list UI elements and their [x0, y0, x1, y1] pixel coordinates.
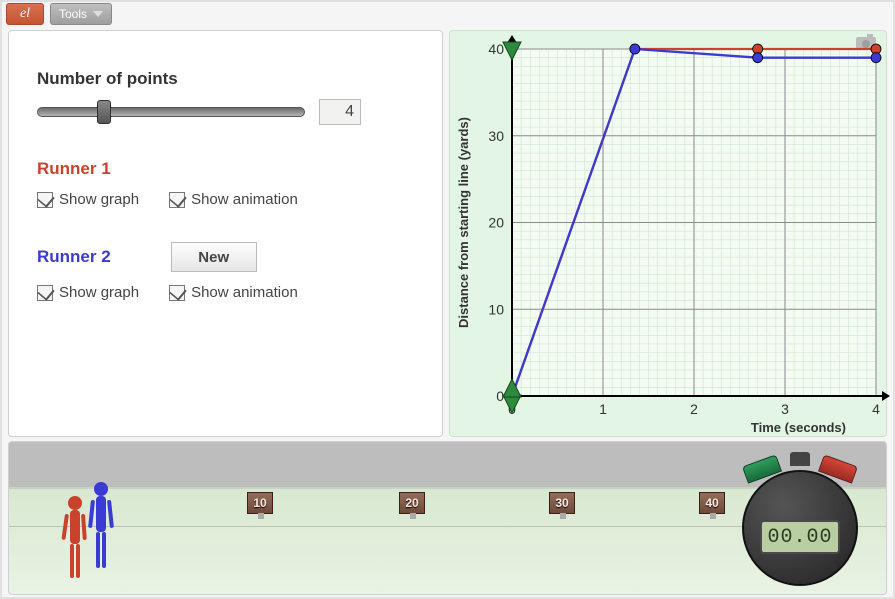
svg-text:4: 4 [872, 401, 880, 417]
checkbox-icon [169, 192, 185, 208]
svg-text:20: 20 [488, 215, 504, 231]
main-area: Number of points Runner 1 Show graph Sho… [2, 26, 893, 441]
points-input[interactable] [319, 99, 361, 125]
runner1-show-anim-checkbox[interactable]: Show animation [169, 191, 298, 208]
axis-handle[interactable] [503, 395, 521, 413]
runner1-show-graph-checkbox[interactable]: Show graph [37, 191, 139, 208]
svg-text:30: 30 [488, 128, 504, 144]
runner2-show-anim-label: Show animation [191, 284, 298, 301]
svg-text:40: 40 [488, 41, 504, 57]
app-root: el Tools Number of points Runner 1 Show … [0, 0, 895, 599]
runner1-show-graph-label: Show graph [59, 191, 139, 208]
runner2-options: Show graph Show animation [37, 284, 414, 301]
svg-text:Distance from starting line (y: Distance from starting line (yards) [456, 117, 471, 328]
distance-marker: 20 [399, 492, 425, 514]
chart-svg[interactable]: 01234010203040Time (seconds)Distance fro… [450, 31, 890, 438]
distance-marker: 10 [247, 492, 273, 514]
svg-text:2: 2 [690, 401, 698, 417]
checkbox-icon [169, 285, 185, 301]
points-slider-row [37, 99, 414, 125]
toolbar: el Tools [2, 2, 893, 26]
svg-text:Time (seconds): Time (seconds) [751, 420, 846, 435]
svg-text:3: 3 [781, 401, 789, 417]
stopwatch-knob[interactable] [790, 452, 810, 466]
chart-point[interactable] [871, 53, 881, 63]
runner1-figure [61, 494, 89, 584]
stopwatch: 00.00 [730, 452, 870, 588]
points-heading: Number of points [37, 69, 414, 89]
svg-text:10: 10 [488, 301, 504, 317]
checkbox-icon [37, 285, 53, 301]
runner1-title: Runner 1 [37, 159, 414, 179]
svg-text:1: 1 [599, 401, 607, 417]
runner2-show-graph-label: Show graph [59, 284, 139, 301]
runner2-title: Runner 2 [37, 247, 111, 267]
runner2-figure [87, 480, 115, 576]
tools-menu-button[interactable]: Tools [50, 3, 112, 25]
runner2-header-row: Runner 2 New [37, 242, 414, 272]
checkbox-icon [37, 192, 53, 208]
points-slider-knob[interactable] [97, 100, 111, 124]
tools-menu-label: Tools [59, 7, 87, 21]
stopwatch-display: 00.00 [760, 520, 840, 554]
points-slider[interactable] [37, 107, 305, 117]
runner1-show-anim-label: Show animation [191, 191, 298, 208]
distance-marker: 40 [699, 492, 725, 514]
distance-marker: 30 [549, 492, 575, 514]
chevron-down-icon [93, 11, 103, 17]
runner2-show-anim-checkbox[interactable]: Show animation [169, 284, 298, 301]
track-panel: 10 20 30 40 00.00 [8, 441, 887, 595]
chart-point[interactable] [753, 53, 763, 63]
brand-logo: el [6, 3, 44, 25]
chart-panel: 01234010203040Time (seconds)Distance fro… [449, 30, 887, 437]
chart-point[interactable] [630, 44, 640, 54]
new-button[interactable]: New [171, 242, 257, 272]
runner2-show-graph-checkbox[interactable]: Show graph [37, 284, 139, 301]
runner1-options: Show graph Show animation [37, 191, 414, 208]
controls-panel: Number of points Runner 1 Show graph Sho… [8, 30, 443, 437]
